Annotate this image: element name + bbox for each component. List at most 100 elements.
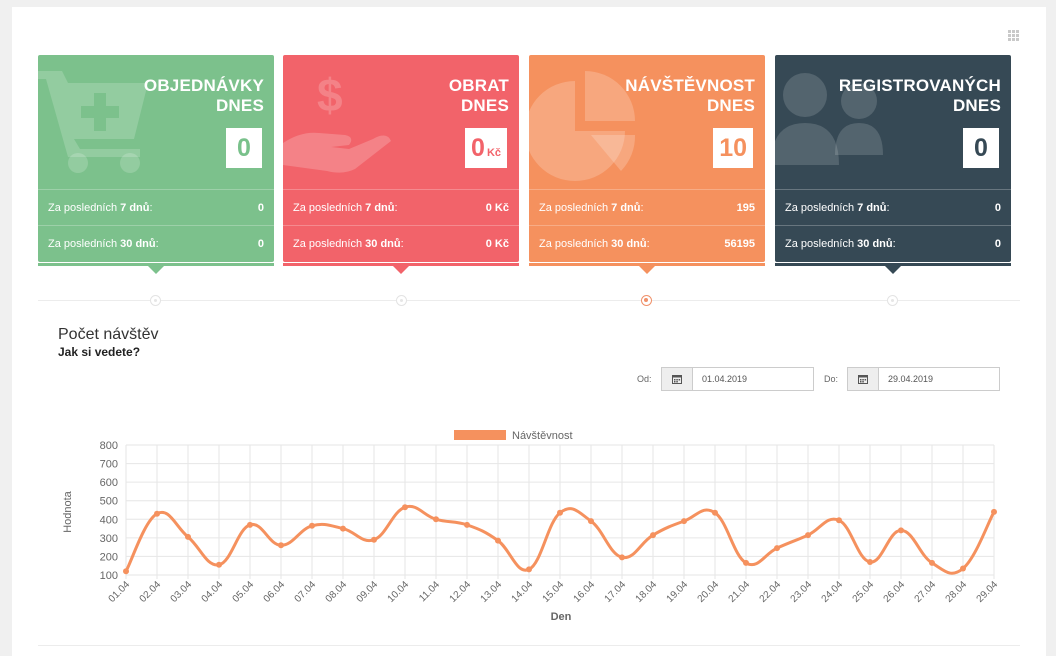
x-tick-label: 19.04 [665, 579, 691, 605]
x-tick-label: 08.04 [324, 579, 350, 605]
data-point[interactable] [681, 518, 687, 525]
x-tick-label: 05.04 [231, 579, 257, 605]
data-point[interactable] [464, 521, 470, 528]
data-point[interactable] [836, 517, 842, 524]
data-point[interactable] [960, 565, 966, 572]
card-orders[interactable]: OBJEDNÁVKY DNES 0 Za posledních 7 dnů: 0… [38, 55, 274, 262]
card-row-7-days: Za posledních 7 dnů: 0 [775, 189, 1011, 225]
x-tick-label: 09.04 [355, 579, 381, 605]
card-row-30-days: Za posledních 30 dnů: 56195 [529, 225, 765, 261]
data-point[interactable] [526, 566, 532, 573]
x-tick-label: 27.04 [913, 579, 939, 605]
data-point[interactable] [898, 527, 904, 534]
data-point[interactable] [929, 559, 935, 566]
section-title: Počet návštěv [58, 326, 159, 343]
data-point[interactable] [991, 508, 997, 515]
y-axis-ticks: 100 200 300 400 500 600 700 800 [100, 440, 118, 582]
data-point[interactable] [557, 509, 563, 516]
data-point[interactable] [309, 522, 315, 529]
x-tick-label: 28.04 [944, 579, 970, 605]
card-row-30-days: Za posledních 30 dnů: 0 [38, 225, 274, 261]
card-value: 10 [713, 128, 753, 168]
data-point[interactable] [650, 532, 656, 539]
card-row-30-days: Za posledních 30 dnů: 0 Kč [283, 225, 519, 261]
x-tick-label: 23.04 [789, 579, 815, 605]
y-axis-label: Hodnota [62, 490, 74, 532]
x-tick-label: 04.04 [200, 579, 226, 605]
data-point[interactable] [216, 561, 222, 568]
data-point[interactable] [774, 545, 780, 552]
x-tick-label: 12.04 [448, 579, 474, 605]
x-tick-label: 24.04 [820, 579, 846, 605]
data-point[interactable] [712, 509, 718, 516]
y-tick-label: 400 [100, 514, 118, 526]
x-axis-label: Den [551, 611, 572, 623]
y-tick-label: 600 [100, 477, 118, 489]
slider-dot-orders[interactable] [150, 295, 161, 306]
calendar-icon[interactable] [847, 367, 878, 391]
card-row-7-days: Za posledních 7 dnů: 195 [529, 189, 765, 225]
card-revenue[interactable]: $ OBRAT DNES 0 Kč Za posledních 7 dnů: 0 … [283, 55, 519, 262]
card-registered[interactable]: REGISTROVANÝCH DNES 0 Za posledních 7 dn… [775, 55, 1011, 262]
card-value: 0 [226, 128, 262, 168]
data-point[interactable] [433, 516, 439, 523]
x-tick-label: 03.04 [169, 579, 195, 605]
y-tick-label: 300 [100, 533, 118, 545]
x-tick-label: 22.04 [758, 579, 784, 605]
card-value: 0 Kč [465, 128, 507, 168]
data-point[interactable] [247, 521, 253, 528]
data-point[interactable] [185, 533, 191, 540]
svg-text:$: $ [317, 69, 343, 121]
data-point[interactable] [805, 532, 811, 539]
chart-legend: Návštěvnost [454, 430, 573, 442]
card-pointer [148, 266, 164, 274]
y-tick-label: 700 [100, 459, 118, 471]
from-date-group [661, 367, 814, 391]
slider-dot-revenue[interactable] [396, 295, 407, 306]
x-tick-label: 10.04 [386, 579, 412, 605]
bottom-divider [38, 645, 1020, 646]
data-point[interactable] [123, 568, 129, 575]
data-point[interactable] [371, 536, 377, 543]
from-date-input[interactable] [692, 367, 814, 391]
x-tick-label: 01.04 [107, 579, 133, 605]
data-point[interactable] [619, 554, 625, 561]
grid-view-icon[interactable] [1008, 30, 1020, 41]
data-point[interactable] [867, 559, 873, 565]
data-point[interactable] [743, 559, 749, 566]
data-point[interactable] [588, 518, 594, 525]
card-visits[interactable]: NÁVŠTĚVNOST DNES 10 Za posledních 7 dnů:… [529, 55, 765, 262]
card-row-30-days: Za posledních 30 dnů: 0 [775, 225, 1011, 261]
card-pointer [393, 266, 409, 274]
x-tick-label: 29.04 [975, 579, 1001, 605]
data-point[interactable] [278, 542, 284, 549]
visits-line-chart: Návštěvnost 100 200 300 400 500 600 700 800 01.… [62, 430, 1001, 623]
x-tick-label: 11.04 [417, 579, 442, 604]
slider-dot-visits[interactable] [641, 295, 652, 306]
slider-dot-registered[interactable] [887, 295, 898, 306]
data-point[interactable] [402, 504, 408, 511]
data-point[interactable] [154, 510, 160, 517]
card-value: 0 [963, 128, 999, 168]
legend-swatch [454, 430, 506, 440]
x-tick-label: 26.04 [882, 579, 908, 605]
data-point[interactable] [340, 525, 346, 532]
slider-track [38, 300, 1020, 301]
x-tick-label: 02.04 [138, 579, 164, 605]
x-tick-label: 13.04 [479, 579, 505, 605]
calendar-icon[interactable] [661, 367, 692, 391]
data-point[interactable] [495, 537, 501, 544]
card-title: OBJEDNÁVKY DNES [143, 76, 264, 115]
hand-dollar-icon: $ [283, 69, 391, 173]
x-tick-label: 17.04 [603, 579, 629, 605]
x-tick-label: 15.04 [541, 579, 567, 605]
card-title: OBRAT DNES [448, 76, 509, 115]
card-row-7-days: Za posledních 7 dnů: 0 [38, 189, 274, 225]
to-date-input[interactable] [878, 367, 1000, 391]
card-title: NÁVŠTĚVNOST DNES [625, 76, 755, 115]
card-row-7-days: Za posledních 7 dnů: 0 Kč [283, 189, 519, 225]
x-axis-ticks: 01.04 02.04 03.04 04.04 05.04 06.04 07.04 08.04… [107, 579, 1001, 605]
x-tick-label: 21.04 [727, 579, 753, 605]
x-tick-label: 18.04 [634, 579, 660, 605]
y-tick-label: 200 [100, 551, 118, 563]
